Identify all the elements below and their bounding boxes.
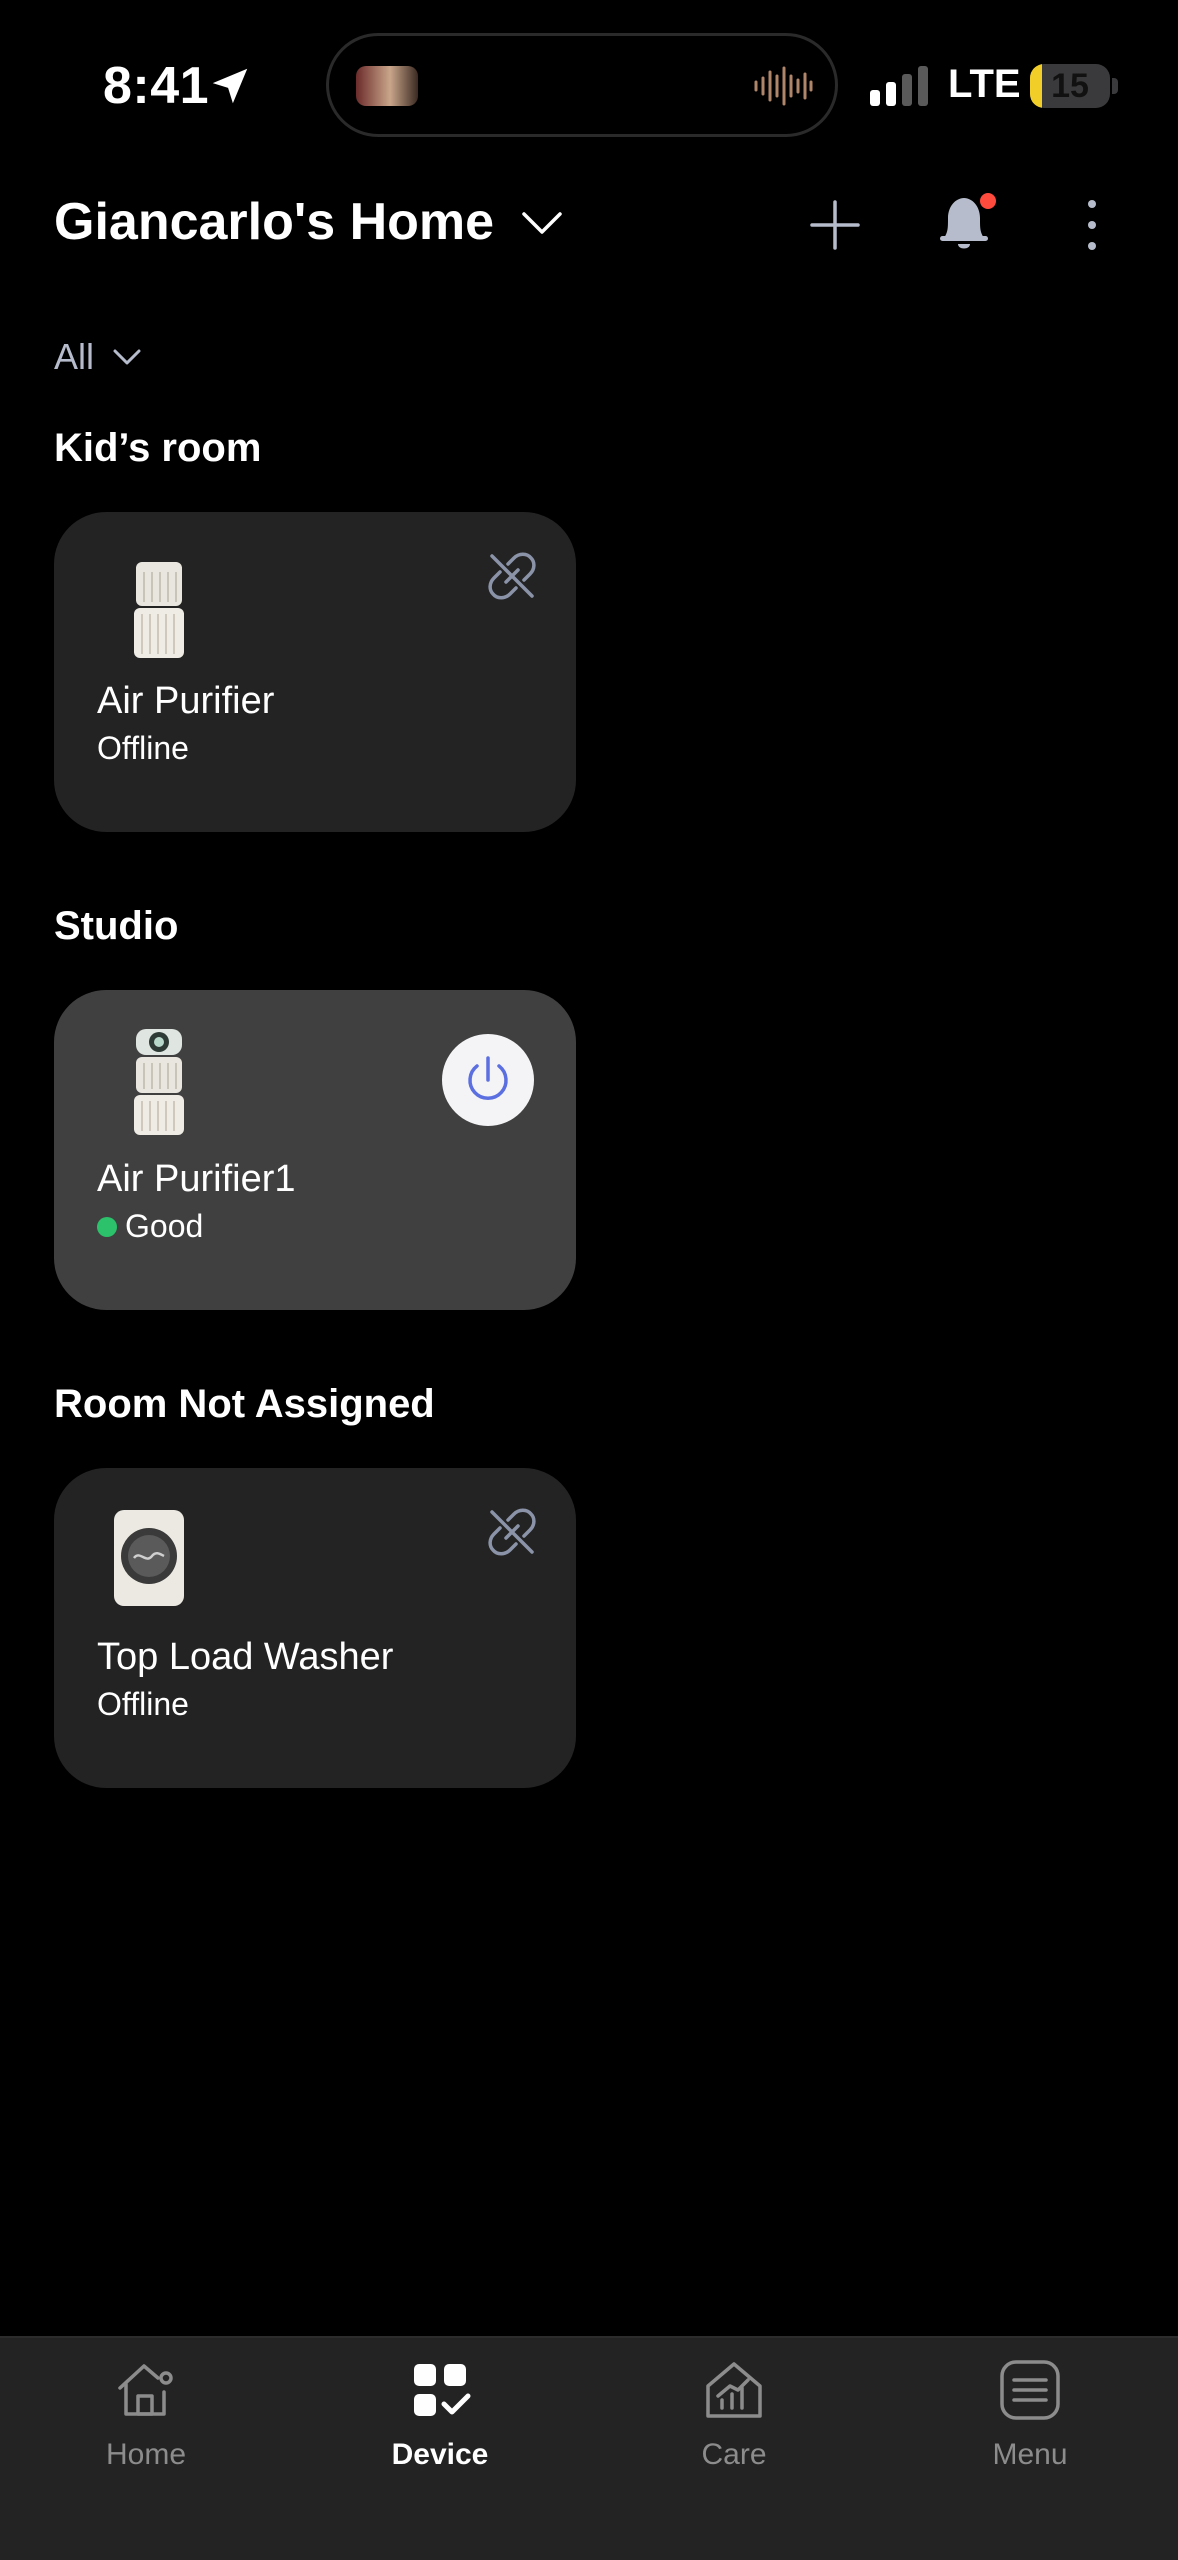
air-purifier-image bbox=[134, 562, 184, 658]
status-dot bbox=[97, 1216, 117, 1237]
device-status-text: Offline bbox=[97, 1686, 189, 1722]
care-chart-icon bbox=[706, 2362, 762, 2418]
chevron-down-icon bbox=[113, 349, 141, 365]
nav-label: Home bbox=[105, 2438, 187, 2471]
battery-cap bbox=[1112, 78, 1118, 94]
status-time: 8:41 bbox=[103, 57, 210, 115]
device-card-air-purifier[interactable]: Air Purifier Offline bbox=[54, 512, 576, 832]
room-title-not-assigned: Room Not Assigned bbox=[54, 1382, 435, 1426]
chevron-down-icon[interactable] bbox=[520, 208, 564, 238]
nav-care[interactable]: Care bbox=[634, 2358, 834, 2472]
nav-home[interactable]: Home bbox=[46, 2358, 246, 2472]
device-status: Good bbox=[97, 1208, 203, 1245]
room-title-kids-room: Kid’s room bbox=[54, 426, 262, 470]
device-status: Offline bbox=[97, 730, 189, 767]
now-playing-thumbnail bbox=[356, 66, 418, 106]
nav-label: Device bbox=[391, 2438, 489, 2471]
device-name: Top Load Washer bbox=[97, 1636, 394, 1678]
filter-label: All bbox=[54, 336, 95, 377]
unlink-icon bbox=[488, 552, 536, 600]
washer-image bbox=[114, 1510, 184, 1606]
device-card-top-load-washer[interactable]: Top Load Washer Offline bbox=[54, 1468, 576, 1788]
device-name: Air Purifier1 bbox=[97, 1158, 296, 1200]
notification-dot bbox=[980, 193, 996, 209]
device-grid-icon bbox=[414, 2364, 471, 2416]
home-selector-title[interactable]: Giancarlo's Home bbox=[54, 192, 494, 252]
battery-percent: 15 bbox=[1051, 67, 1089, 105]
bottom-nav: Home Device Care Menu bbox=[0, 2336, 1178, 2560]
device-status: Offline bbox=[97, 1686, 189, 1723]
unlink-icon bbox=[488, 1508, 536, 1556]
more-vertical-icon[interactable] bbox=[1080, 196, 1104, 254]
battery-icon: 15 bbox=[1030, 64, 1110, 108]
location-arrow-icon bbox=[212, 68, 248, 104]
plus-icon[interactable] bbox=[808, 198, 862, 252]
nav-menu[interactable]: Menu bbox=[930, 2358, 1130, 2472]
room-filter-dropdown[interactable]: All bbox=[54, 336, 142, 378]
power-icon bbox=[468, 1056, 508, 1100]
air-purifier-image bbox=[134, 1029, 184, 1135]
nav-label: Menu bbox=[992, 2438, 1068, 2471]
nav-device[interactable]: Device bbox=[340, 2358, 540, 2472]
cellular-signal-icon bbox=[870, 66, 928, 106]
menu-icon bbox=[1000, 2360, 1060, 2420]
device-status-text: Good bbox=[125, 1208, 204, 1244]
power-button[interactable] bbox=[442, 1034, 534, 1126]
network-type: LTE bbox=[948, 62, 1021, 106]
bell-icon[interactable] bbox=[934, 190, 998, 256]
room-title-studio: Studio bbox=[54, 904, 179, 948]
home-icon bbox=[118, 2364, 173, 2416]
device-card-air-purifier1[interactable]: Air Purifier1 Good bbox=[54, 990, 576, 1310]
device-status-text: Offline bbox=[97, 730, 189, 766]
audio-waveform-icon bbox=[754, 66, 813, 106]
device-name: Air Purifier bbox=[97, 680, 275, 722]
nav-label: Care bbox=[701, 2438, 767, 2471]
